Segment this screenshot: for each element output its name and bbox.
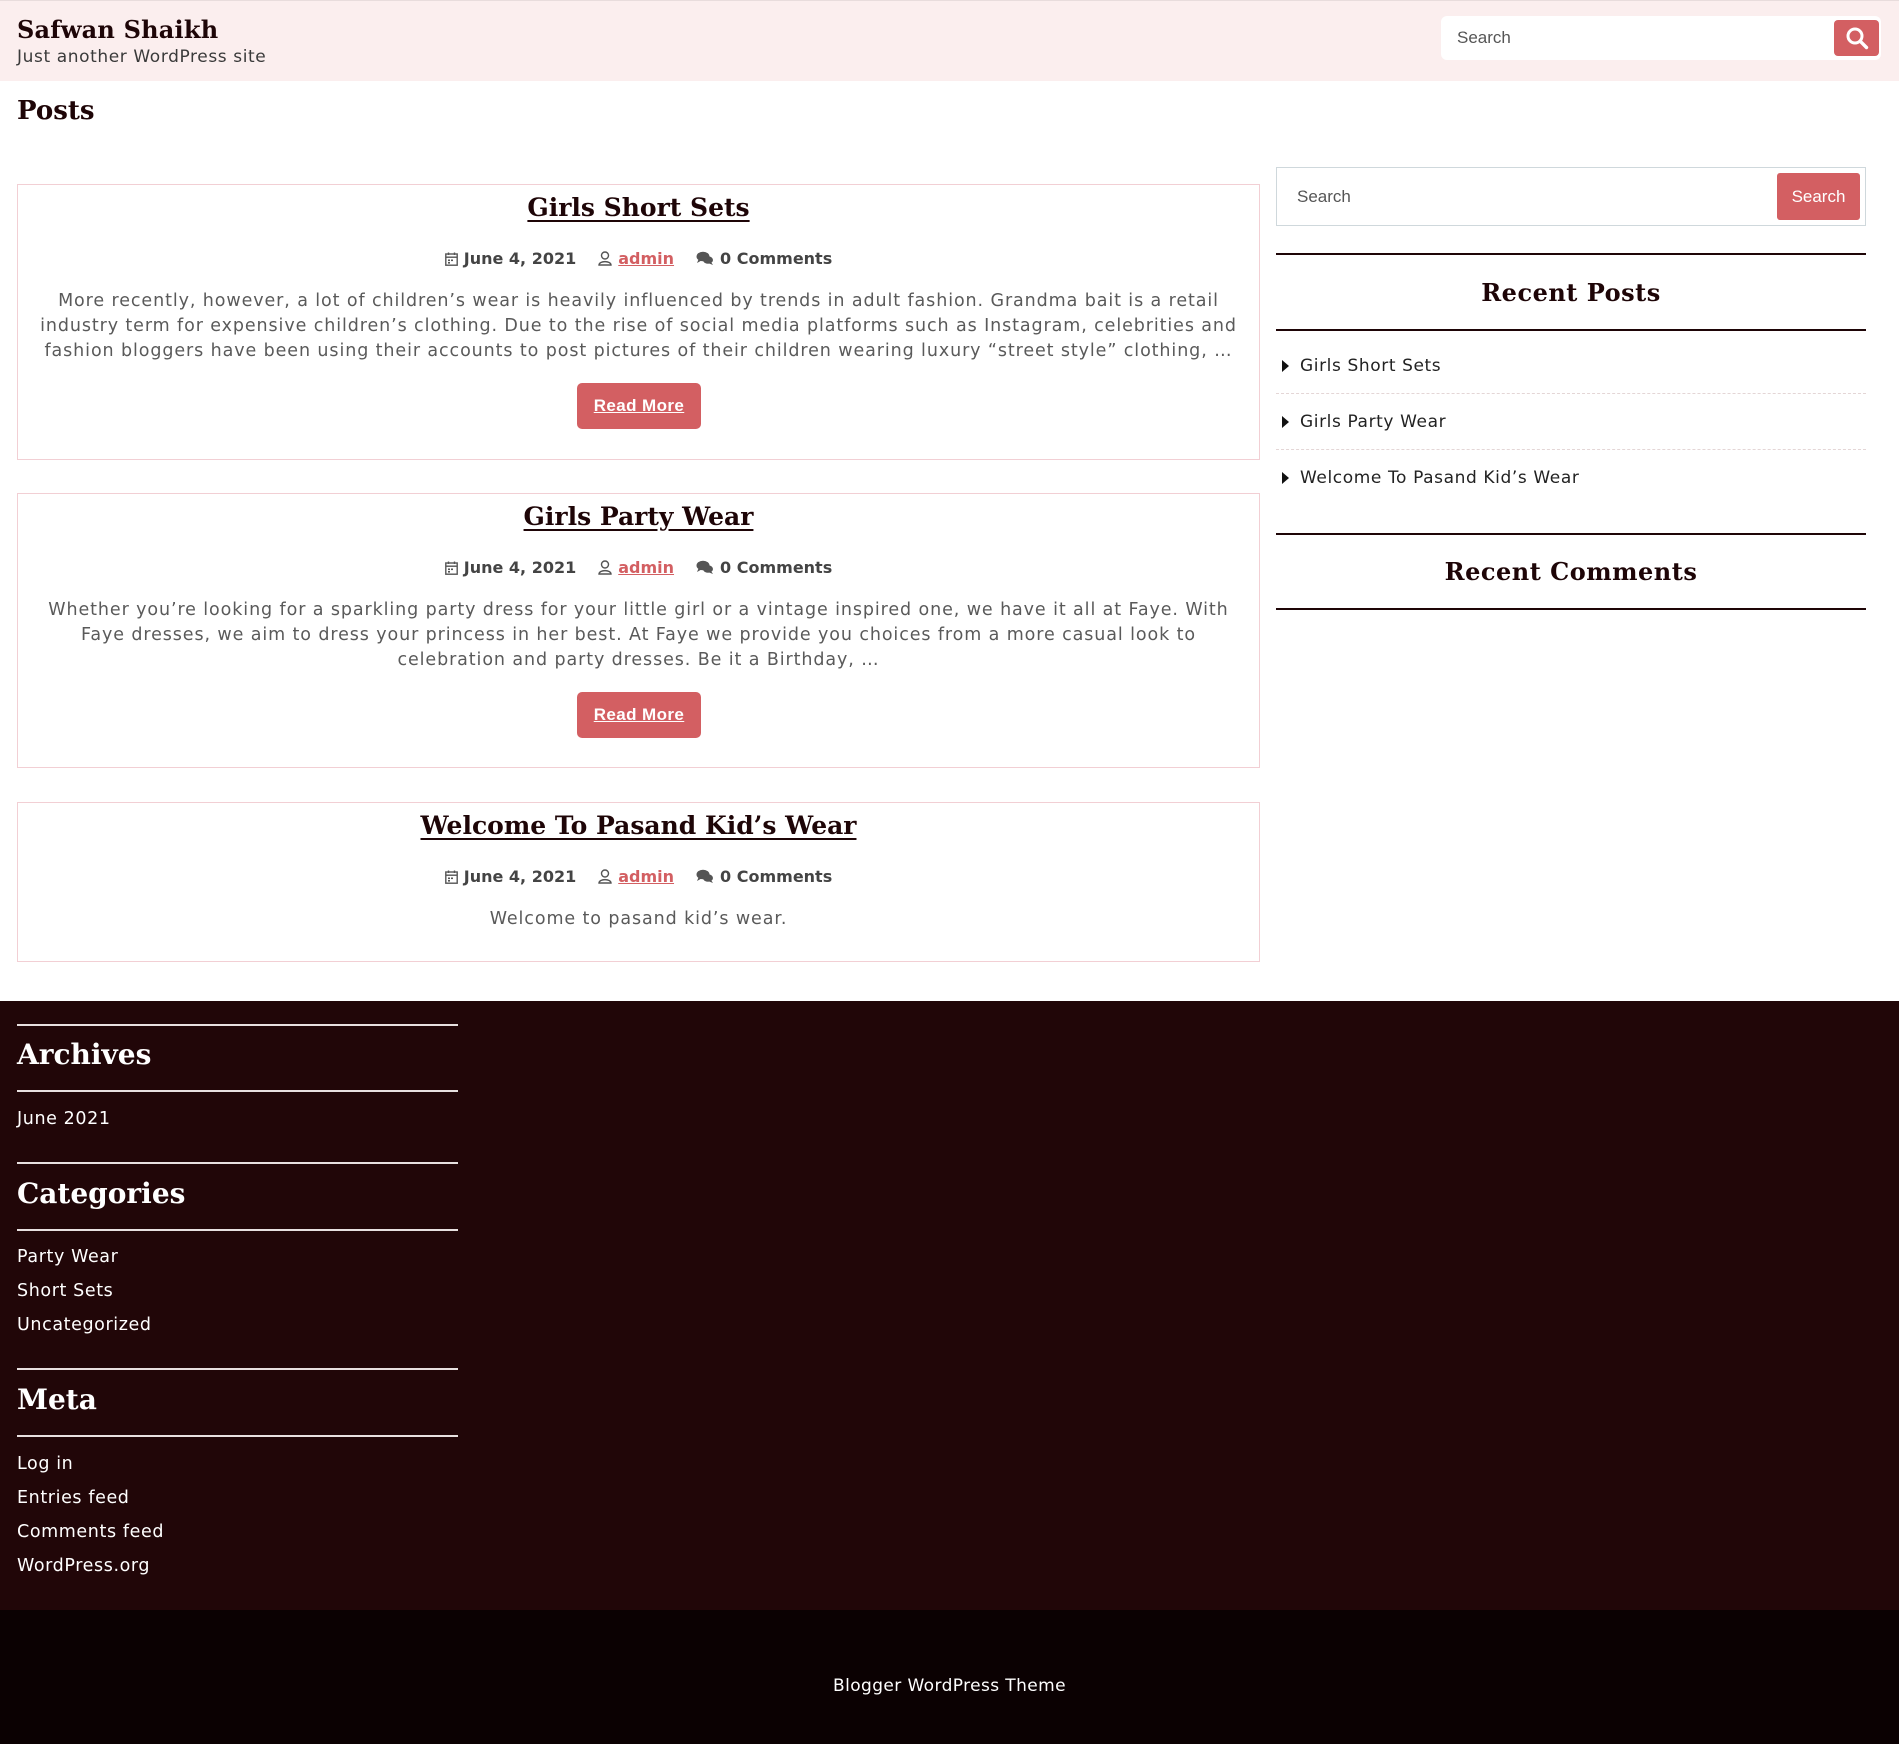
post-excerpt: More recently, however, a lot of childre… [40, 291, 1237, 361]
post-title[interactable]: Welcome To Pasand Kid’s Wear [18, 811, 1259, 840]
post-comments: 0 Comments [696, 558, 832, 577]
widget-divider [1276, 533, 1866, 535]
page-title: Posts [17, 96, 95, 126]
post-title[interactable]: Girls Party Wear [18, 502, 1259, 531]
caret-right-icon [1282, 472, 1289, 484]
widget-divider [1276, 253, 1866, 255]
meta-link[interactable]: Comments feed [17, 1515, 164, 1549]
user-icon [598, 560, 612, 575]
post-meta: June 4, 2021 admin 0 Comments [18, 558, 1259, 577]
recent-post-link[interactable]: Welcome To Pasand Kid’s Wear [1300, 468, 1579, 488]
widget-divider [1276, 329, 1866, 331]
header-search-input[interactable] [1441, 16, 1831, 60]
footer-credit-link[interactable]: Blogger WordPress Theme [0, 1676, 1899, 1696]
widget-divider [1276, 608, 1866, 610]
category-link[interactable]: Uncategorized [17, 1308, 152, 1342]
archives-heading: Archives [17, 1038, 152, 1071]
meta-link[interactable]: Log in [17, 1447, 164, 1481]
sidebar-search-button[interactable]: Search [1777, 173, 1860, 220]
calendar-icon [444, 870, 458, 884]
post-date: June 4, 2021 [444, 867, 577, 886]
post-date: June 4, 2021 [444, 558, 577, 577]
post-author-link[interactable]: admin [618, 558, 674, 577]
footer-bottom: Blogger WordPress Theme [0, 1610, 1899, 1744]
sidebar-search-form: Search [1276, 167, 1866, 226]
post-comments-link[interactable]: 0 Comments [720, 867, 832, 886]
header-search-button[interactable] [1834, 20, 1879, 56]
post-comments: 0 Comments [696, 867, 832, 886]
caret-right-icon [1282, 359, 1289, 372]
category-link[interactable]: Party Wear [17, 1240, 152, 1274]
post-card: Girls Short Sets June 4, 2021 admin 0 Co… [17, 184, 1260, 460]
post-meta: June 4, 2021 admin 0 Comments [18, 867, 1259, 886]
post-date: June 4, 2021 [444, 249, 577, 268]
recent-posts-list: Girls Short Sets Girls Party Wear Welcom… [1276, 338, 1866, 506]
post-meta: June 4, 2021 admin 0 Comments [18, 249, 1259, 268]
footer-widgets: Archives June 2021 Categories Party Wear… [0, 1001, 1899, 1610]
recent-post-link[interactable]: Girls Short Sets [1300, 356, 1441, 376]
post-card: Girls Party Wear June 4, 2021 admin 0 Co… [17, 493, 1260, 768]
meta-heading: Meta [17, 1383, 97, 1416]
post-excerpt: Welcome to pasand kid’s wear. [489, 909, 788, 929]
caret-right-icon [1282, 415, 1289, 428]
recent-post-item[interactable]: Welcome To Pasand Kid’s Wear [1276, 450, 1866, 506]
comments-icon [696, 251, 714, 265]
site-title[interactable]: Safwan Shaikh [17, 15, 218, 44]
site-tagline: Just another WordPress site [17, 47, 267, 67]
post-card: Welcome To Pasand Kid’s Wear June 4, 202… [17, 802, 1260, 962]
footer-divider [17, 1435, 458, 1437]
post-comments-link[interactable]: 0 Comments [720, 249, 832, 268]
user-icon [598, 251, 612, 266]
site-header: Safwan Shaikh Just another WordPress sit… [0, 0, 1899, 81]
read-more-button[interactable]: Read More [577, 692, 701, 738]
recent-post-item[interactable]: Girls Short Sets [1276, 338, 1866, 394]
user-icon [598, 869, 612, 884]
footer-divider [17, 1162, 458, 1164]
search-icon [1846, 27, 1868, 50]
calendar-icon [444, 252, 458, 266]
footer-divider [17, 1090, 458, 1092]
comments-icon [696, 869, 714, 883]
post-author-link[interactable]: admin [618, 867, 674, 886]
categories-heading: Categories [17, 1177, 186, 1210]
meta-list: Log in Entries feed Comments feed WordPr… [17, 1447, 164, 1583]
meta-link[interactable]: Entries feed [17, 1481, 164, 1515]
archive-link[interactable]: June 2021 [17, 1102, 111, 1136]
footer-divider [17, 1024, 458, 1026]
post-date-text: June 4, 2021 [463, 249, 577, 268]
post-comments-link[interactable]: 0 Comments [720, 558, 832, 577]
read-more-button[interactable]: Read More [577, 383, 701, 429]
meta-link[interactable]: WordPress.org [17, 1549, 164, 1583]
post-comments: 0 Comments [696, 249, 832, 268]
archives-list: June 2021 [17, 1102, 111, 1136]
comments-icon [696, 560, 714, 574]
post-author: admin [598, 249, 674, 268]
header-search-form [1441, 16, 1881, 60]
sidebar-search-input[interactable] [1277, 168, 1777, 225]
recent-post-link[interactable]: Girls Party Wear [1300, 412, 1446, 432]
post-excerpt: Whether you’re looking for a sparkling p… [48, 600, 1229, 670]
post-author-link[interactable]: admin [618, 249, 674, 268]
post-author: admin [598, 558, 674, 577]
recent-comments-heading: Recent Comments [1444, 557, 1698, 586]
categories-list: Party Wear Short Sets Uncategorized [17, 1240, 152, 1342]
calendar-icon [444, 561, 458, 575]
category-link[interactable]: Short Sets [17, 1274, 152, 1308]
footer-divider [17, 1229, 458, 1231]
post-date-text: June 4, 2021 [463, 867, 577, 886]
post-title[interactable]: Girls Short Sets [18, 193, 1259, 222]
recent-posts-heading: Recent Posts [1481, 278, 1661, 307]
post-author: admin [598, 867, 674, 886]
recent-post-item[interactable]: Girls Party Wear [1276, 394, 1866, 450]
footer-divider [17, 1368, 458, 1370]
post-date-text: June 4, 2021 [463, 558, 577, 577]
